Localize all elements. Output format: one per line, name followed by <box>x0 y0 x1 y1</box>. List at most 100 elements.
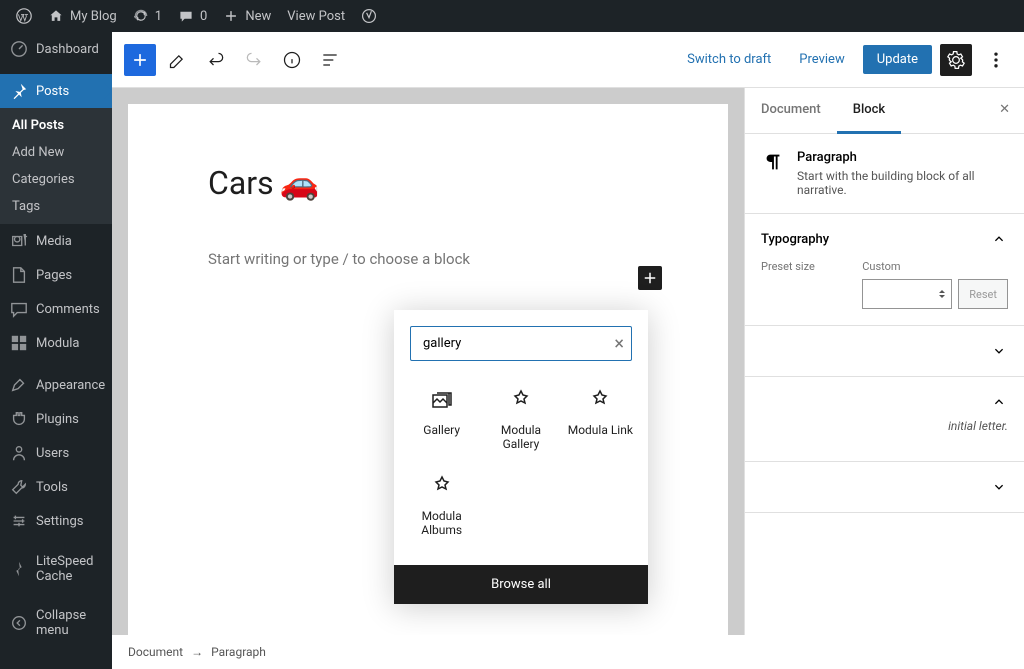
chevron-down-icon <box>990 478 1008 496</box>
chevron-up-icon <box>990 230 1008 248</box>
switch-draft-button[interactable]: Switch to draft <box>677 46 781 73</box>
clear-search-button[interactable]: × <box>614 333 624 354</box>
users-icon <box>10 444 28 462</box>
add-block-button[interactable] <box>124 44 156 76</box>
sidebar-comments[interactable]: Comments <box>0 292 112 326</box>
home-icon <box>48 8 64 24</box>
dashboard-icon <box>10 40 28 58</box>
collapsed-section-3[interactable] <box>745 462 1024 513</box>
updates-count: 1 <box>155 9 162 24</box>
settings-panel: Document Block ✕ Paragraph Start with th… <box>744 88 1024 635</box>
block-modula-link[interactable]: Modula Link <box>561 377 640 463</box>
undo-button[interactable] <box>200 44 232 76</box>
block-gallery[interactable]: Gallery <box>402 377 481 463</box>
redo-button[interactable] <box>238 44 270 76</box>
inserter-search-input[interactable] <box>410 326 632 361</box>
comments-count: 0 <box>200 9 207 24</box>
sidebar-tools[interactable]: Tools <box>0 470 112 504</box>
info-button[interactable] <box>276 44 308 76</box>
typography-toggle[interactable]: Typography <box>761 230 1008 248</box>
reset-button[interactable]: Reset <box>958 279 1008 309</box>
inline-add-block-button[interactable] <box>638 266 662 290</box>
pin-icon <box>10 82 28 100</box>
sidebar-media[interactable]: Media <box>0 224 112 258</box>
media-icon <box>10 232 28 250</box>
admin-bar: My Blog 1 0 New View Post <box>0 0 1024 32</box>
yoast-link[interactable] <box>353 0 385 32</box>
sidebar-dashboard[interactable]: Dashboard <box>0 32 112 66</box>
site-name: My Blog <box>70 9 117 24</box>
submenu-tags[interactable]: Tags <box>0 193 112 220</box>
more-options-button[interactable] <box>980 44 1012 76</box>
updates-link[interactable]: 1 <box>125 0 170 32</box>
tab-document[interactable]: Document <box>745 88 837 133</box>
comments-link[interactable]: 0 <box>170 0 215 32</box>
sidebar-modula[interactable]: Modula <box>0 326 112 360</box>
site-home[interactable]: My Blog <box>40 0 125 32</box>
typography-section: Typography Preset size Custom Reset <box>745 214 1024 326</box>
editor-canvas: Cars🚗 Start writing or type / to choose … <box>112 88 744 635</box>
gallery-icon <box>430 389 454 413</box>
collapsed-section-1[interactable] <box>745 326 1024 377</box>
outline-button[interactable] <box>314 44 346 76</box>
sidebar-pages[interactable]: Pages <box>0 258 112 292</box>
update-button[interactable]: Update <box>863 45 932 74</box>
pages-icon <box>10 266 28 284</box>
view-post-link[interactable]: View Post <box>279 0 353 32</box>
submenu-all-posts[interactable]: All Posts <box>0 112 112 139</box>
block-breadcrumb: Document → Paragraph <box>112 635 1024 669</box>
admin-sidebar: Dashboard Posts All Posts Add New Catego… <box>0 32 112 669</box>
custom-label: Custom <box>862 260 952 273</box>
drop-cap-hint: initial letter. <box>761 419 1008 445</box>
block-modula-gallery[interactable]: Modula Gallery <box>481 377 560 463</box>
sidebar-litespeed[interactable]: LiteSpeed Cache <box>0 546 112 592</box>
editor-content: Switch to draft Preview Update Cars🚗 Sta… <box>112 32 1024 669</box>
chevron-down-icon <box>990 342 1008 360</box>
edit-mode-button[interactable] <box>162 44 194 76</box>
modula-link-icon <box>588 389 612 413</box>
sidebar-collapse[interactable]: Collapse menu <box>0 600 112 646</box>
appearance-icon <box>10 376 28 394</box>
block-desc: Start with the building block of all nar… <box>797 169 1008 197</box>
wordpress-icon <box>16 8 32 24</box>
wp-logo[interactable] <box>8 0 40 32</box>
browse-all-button[interactable]: Browse all <box>394 565 648 604</box>
comment-icon <box>178 8 194 24</box>
updates-icon <box>133 8 149 24</box>
sidebar-settings[interactable]: Settings <box>0 504 112 538</box>
preset-label: Preset size <box>761 260 850 273</box>
sidebar-posts[interactable]: Posts <box>0 74 112 108</box>
custom-size-input[interactable] <box>862 279 952 309</box>
posts-submenu: All Posts Add New Categories Tags <box>0 108 112 224</box>
block-modula-albums[interactable]: Modula Albums <box>402 463 481 549</box>
settings-panel-button[interactable] <box>940 44 972 76</box>
sidebar-plugins[interactable]: Plugins <box>0 402 112 436</box>
comments-icon <box>10 300 28 318</box>
paragraph-icon <box>761 150 785 174</box>
submenu-add-new[interactable]: Add New <box>0 139 112 166</box>
collapsed-section-2: initial letter. <box>745 377 1024 462</box>
yoast-icon <box>361 8 377 24</box>
new-content[interactable]: New <box>215 0 279 32</box>
block-placeholder[interactable]: Start writing or type / to choose a bloc… <box>208 250 648 268</box>
sidebar-users[interactable]: Users <box>0 436 112 470</box>
editor-topbar: Switch to draft Preview Update <box>112 32 1024 88</box>
breadcrumb-arrow-icon: → <box>191 645 203 659</box>
modula-gallery-icon <box>509 389 533 413</box>
block-name: Paragraph <box>797 150 1008 165</box>
tools-icon <box>10 478 28 496</box>
settings-icon <box>10 512 28 530</box>
modula-icon <box>10 334 28 352</box>
plus-icon <box>223 8 239 24</box>
close-panel-button[interactable]: ✕ <box>985 88 1024 133</box>
post-title[interactable]: Cars🚗 <box>208 164 648 202</box>
tab-block[interactable]: Block <box>837 88 901 134</box>
breadcrumb-document[interactable]: Document <box>128 645 183 659</box>
litespeed-icon <box>10 560 28 578</box>
submenu-categories[interactable]: Categories <box>0 166 112 193</box>
car-emoji: 🚗 <box>280 164 320 202</box>
breadcrumb-paragraph[interactable]: Paragraph <box>211 645 266 659</box>
new-label: New <box>245 9 271 24</box>
preview-button[interactable]: Preview <box>789 46 854 73</box>
sidebar-appearance[interactable]: Appearance <box>0 368 112 402</box>
